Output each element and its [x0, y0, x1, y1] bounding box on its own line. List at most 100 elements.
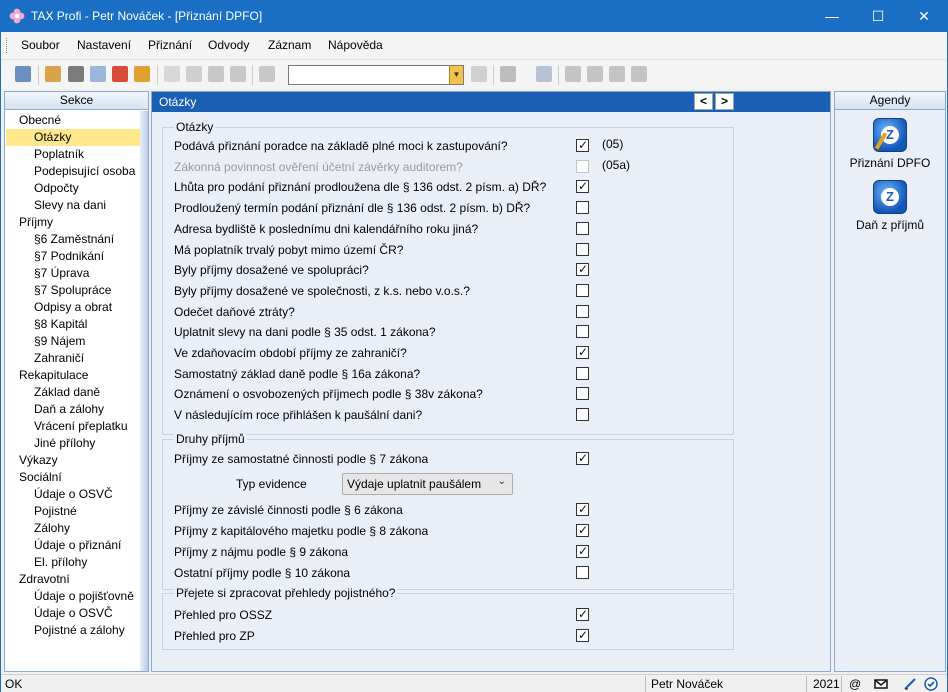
- question-checkbox[interactable]: [576, 566, 589, 579]
- menu-nastaveni[interactable]: Nastavení: [77, 38, 131, 52]
- calendar-icon[interactable]: [536, 66, 552, 82]
- evidence-type-select[interactable]: Výdaje uplatnit paušálem ⌄: [342, 473, 513, 495]
- pin-icon[interactable]: [15, 66, 31, 82]
- folder-icon[interactable]: [500, 66, 516, 82]
- tree-group-item[interactable]: Zdravotní: [19, 571, 70, 588]
- question-checkbox[interactable]: [576, 408, 589, 421]
- tree-group-item[interactable]: Rekapitulace: [19, 367, 88, 384]
- tree-item[interactable]: §7 Podnikání: [34, 248, 104, 265]
- question-checkbox[interactable]: [576, 387, 589, 400]
- checkmark-icon: ✓: [578, 502, 589, 516]
- tree-item[interactable]: Podepisující osoba: [34, 163, 135, 180]
- toolbar: ▼: [1, 59, 947, 89]
- print-icon[interactable]: [68, 66, 84, 82]
- preview-icon[interactable]: [90, 66, 106, 82]
- tree-item[interactable]: §6 Zaměstnání: [34, 231, 114, 248]
- tree-item[interactable]: Údaje o OSVČ: [34, 486, 113, 503]
- tree-item[interactable]: Odpočty: [34, 180, 79, 197]
- question-checkbox[interactable]: [576, 325, 589, 338]
- menu-zaznam[interactable]: Záznam: [268, 38, 311, 52]
- question-checkbox[interactable]: [576, 284, 589, 297]
- tree-item[interactable]: Vrácení přeplatku: [34, 418, 128, 435]
- question-checkbox[interactable]: ✓: [576, 179, 589, 193]
- question-label: V následujícím roce přihlášen k paušální…: [174, 408, 423, 422]
- agenda-income-tax[interactable]: Z Daň z příjmů: [835, 180, 945, 232]
- tree-group-item[interactable]: Sociální: [19, 469, 62, 486]
- close-button[interactable]: ✕: [901, 1, 947, 32]
- tree-item[interactable]: Odpisy a obrat: [34, 299, 112, 316]
- question-checkbox[interactable]: [576, 222, 589, 235]
- question-checkbox[interactable]: ✓: [576, 345, 589, 359]
- help-arrow-icon[interactable]: [631, 66, 647, 82]
- menu-odvody[interactable]: Odvody: [208, 38, 249, 52]
- check-icon[interactable]: [186, 66, 202, 82]
- tree-group-item[interactable]: Obecné: [19, 112, 61, 129]
- list-icon[interactable]: [587, 66, 603, 82]
- question-checkbox[interactable]: ✓: [576, 628, 589, 642]
- agenda-dpfo-label: Přiznání DPFO: [849, 156, 931, 170]
- tree-item[interactable]: §9 Nájem: [34, 333, 85, 350]
- tree-item[interactable]: Pojistné a zálohy: [34, 622, 125, 639]
- question-label: Příjmy ze samostatné činnosti podle § 7 …: [174, 452, 429, 466]
- question-checkbox[interactable]: ✓: [576, 138, 589, 152]
- tree-group-item[interactable]: Příjmy: [19, 214, 53, 231]
- toolbar-separator: [38, 65, 39, 85]
- tree-group-item[interactable]: Výkazy: [19, 452, 58, 469]
- toolbar-search-combo[interactable]: ▼: [288, 65, 464, 85]
- tree-item[interactable]: Zahraničí: [34, 350, 84, 367]
- menu-napoveda[interactable]: Nápověda: [328, 38, 383, 52]
- toolbar-separator: [558, 65, 559, 85]
- question-checkbox[interactable]: ✓: [576, 544, 589, 558]
- next-button[interactable]: >: [715, 93, 734, 110]
- question-checkbox[interactable]: ✓: [576, 502, 589, 516]
- pdf-sign-icon[interactable]: [134, 66, 150, 82]
- message-icon[interactable]: [565, 66, 581, 82]
- prev-button[interactable]: <: [694, 93, 713, 110]
- tree-item[interactable]: Poplatník: [34, 146, 84, 163]
- tree-item[interactable]: Pojistné: [34, 503, 77, 520]
- save-icon[interactable]: [208, 66, 224, 82]
- question-checkbox[interactable]: [576, 201, 589, 214]
- tree-item[interactable]: Jiné přílohy: [34, 435, 95, 452]
- menu-soubor[interactable]: Soubor: [21, 38, 60, 52]
- minimize-button[interactable]: —: [809, 1, 855, 32]
- tree-item[interactable]: §7 Spolupráce: [34, 282, 111, 299]
- tree-item[interactable]: Slevy na dani: [34, 197, 106, 214]
- question-checkbox[interactable]: [576, 243, 589, 256]
- filter-icon[interactable]: [471, 66, 487, 82]
- verified-icon[interactable]: [924, 677, 938, 691]
- agenda-dpfo[interactable]: Z Přiznání DPFO: [835, 118, 945, 170]
- question-checkbox[interactable]: ✓: [576, 451, 589, 465]
- tree-item[interactable]: Údaje o pojišťovně: [34, 588, 134, 605]
- signature-icon[interactable]: [903, 677, 917, 691]
- tree-item[interactable]: Daň a zálohy: [34, 401, 104, 418]
- tree-item[interactable]: Údaje o OSVČ: [34, 605, 113, 622]
- chevron-down-icon[interactable]: ▼: [449, 66, 463, 84]
- tree-item[interactable]: El. přílohy: [34, 554, 87, 571]
- menu-priznani[interactable]: Přiznání: [148, 38, 192, 52]
- copy-icon[interactable]: [259, 66, 275, 82]
- status-text: OK: [5, 677, 23, 691]
- pdf-icon[interactable]: [112, 66, 128, 82]
- tree-item[interactable]: Zálohy: [34, 520, 70, 537]
- mail-icon[interactable]: [874, 677, 888, 691]
- tree-item[interactable]: §8 Kapitál: [34, 316, 87, 333]
- tree-item[interactable]: §7 Úprava: [34, 265, 89, 282]
- tree-item[interactable]: Údaje o přiznání: [34, 537, 121, 554]
- question-checkbox[interactable]: ✓: [576, 523, 589, 537]
- question-checkbox[interactable]: ✓: [576, 262, 589, 276]
- menu-grip[interactable]: [6, 38, 9, 53]
- maximize-button[interactable]: ☐: [855, 1, 901, 32]
- question-checkbox[interactable]: [576, 367, 589, 380]
- export-icon[interactable]: [45, 66, 61, 82]
- tree-item[interactable]: Otázky: [6, 129, 147, 146]
- save-all-icon[interactable]: [230, 66, 246, 82]
- new-icon[interactable]: [164, 66, 180, 82]
- agendas-header: Agendy: [835, 92, 945, 110]
- question-checkbox[interactable]: ✓: [576, 607, 589, 621]
- question-checkbox[interactable]: [576, 305, 589, 318]
- note-icon[interactable]: [609, 66, 625, 82]
- sections-scrollbar[interactable]: [140, 111, 148, 671]
- question-label: Adresa bydliště k poslednímu dni kalendá…: [174, 222, 479, 236]
- tree-item[interactable]: Základ daně: [34, 384, 100, 401]
